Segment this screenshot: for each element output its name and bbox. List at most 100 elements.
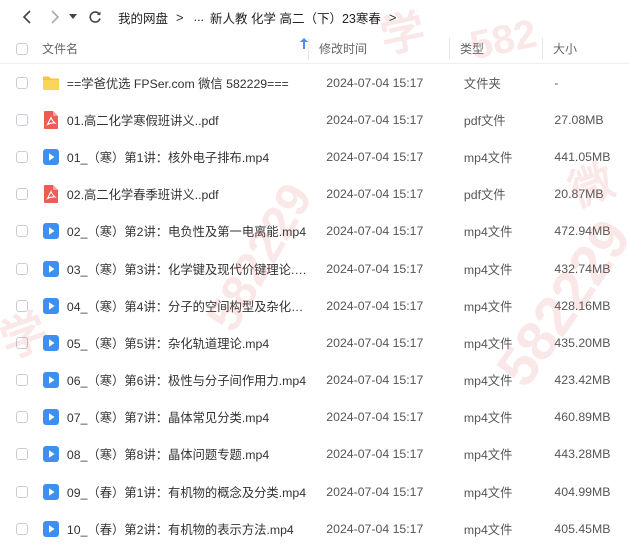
row-checkbox[interactable]	[15, 262, 28, 275]
row-checkbox-cell	[0, 336, 39, 349]
file-name[interactable]: 05_（寒）第5讲：杂化轨道理论.mp4	[63, 334, 309, 352]
row-checkbox[interactable]	[15, 448, 28, 461]
file-row[interactable]: 02_（寒）第2讲：电负性及第一电离能.mp4 2024-07-04 15:17 m…	[0, 213, 629, 250]
refresh-button[interactable]	[84, 6, 106, 28]
breadcrumb-item-root[interactable]: 我的网盘	[116, 8, 170, 27]
row-checkbox[interactable]	[15, 522, 28, 535]
forward-button[interactable]	[44, 6, 66, 28]
file-row[interactable]: 10_（春）第2讲：有机物的表示方法.mp4 2024-07-04 15:17 mp…	[0, 510, 629, 547]
file-row[interactable]: 04_（寒）第4讲：分子的空间构型及杂化类型... 2024-07-04 15:1…	[0, 287, 629, 324]
row-checkbox-cell	[0, 485, 39, 498]
back-button[interactable]	[16, 6, 38, 28]
video-icon	[39, 260, 63, 277]
file-name[interactable]: 01_（寒）第1讲：核外电子排布.mp4	[63, 148, 309, 166]
history-dropdown-button[interactable]	[66, 6, 80, 28]
row-checkbox[interactable]	[15, 374, 28, 387]
file-size: 460.89MB	[554, 410, 611, 425]
file-type: mp4文件	[463, 374, 513, 389]
folder-icon	[39, 75, 63, 91]
file-name[interactable]: 01.高二化学寒假班讲义..pdf	[63, 111, 309, 129]
file-type: mp4文件	[463, 150, 513, 165]
file-type: mp4文件	[463, 485, 513, 500]
file-size: 404.99MB	[554, 484, 611, 499]
column-header-name[interactable]: 文件名	[40, 38, 308, 57]
row-checkbox-cell	[0, 262, 39, 275]
video-icon	[39, 409, 63, 426]
column-header-time[interactable]: 修改时间	[309, 40, 449, 57]
file-row[interactable]: 05_（寒）第5讲：杂化轨道理论.mp4 2024-07-04 15:17 mp4文…	[0, 324, 629, 361]
file-modified-time: 2024-07-04 15:17	[326, 224, 424, 239]
breadcrumb-separator: >	[176, 9, 184, 25]
file-size: 472.94MB	[554, 224, 611, 239]
file-name[interactable]: 04_（寒）第4讲：分子的空间构型及杂化类型...	[63, 297, 309, 315]
video-icon	[39, 297, 63, 314]
file-name[interactable]: 06_（寒）第6讲：极性与分子间作用力.mp4	[63, 371, 309, 389]
file-row[interactable]: ==学爸优选 FPSer.com 微信 582229=== 2024-07-04 …	[0, 64, 629, 101]
file-type: mp4文件	[463, 336, 513, 351]
file-size: 428.16MB	[554, 298, 611, 313]
file-name[interactable]: 08_（寒）第8讲：晶体问题专题.mp4	[63, 445, 309, 463]
row-checkbox[interactable]	[15, 188, 28, 201]
column-header-type[interactable]: 类型	[450, 40, 542, 57]
row-checkbox-cell	[0, 225, 39, 238]
file-row[interactable]: 09_（春）第1讲：有机物的概念及分类.mp4 2024-07-04 15:17 m…	[0, 473, 629, 510]
caret-down-icon	[69, 14, 77, 19]
file-type: pdf文件	[463, 113, 506, 128]
breadcrumb: 我的网盘 > ... 新人教 化学 高二（下）23寒春 >	[116, 8, 402, 27]
row-checkbox-cell	[0, 448, 39, 461]
file-modified-time: 2024-07-04 15:17	[326, 112, 424, 127]
row-checkbox[interactable]	[15, 485, 28, 498]
video-icon	[39, 223, 63, 240]
video-icon	[39, 334, 63, 351]
breadcrumb-item-current[interactable]: 新人教 化学 高二（下）23寒春	[208, 8, 383, 27]
file-type: mp4文件	[463, 299, 513, 314]
file-row[interactable]: 08_（寒）第8讲：晶体问题专题.mp4 2024-07-04 15:17 mp4文…	[0, 436, 629, 473]
file-size: 423.42MB	[554, 373, 611, 388]
file-type: mp4文件	[463, 522, 513, 537]
breadcrumb-separator: >	[388, 9, 397, 25]
file-name[interactable]: 07_（寒）第7讲：晶体常见分类.mp4	[63, 408, 309, 426]
row-checkbox[interactable]	[15, 225, 28, 238]
file-name[interactable]: 02.高二化学春季班讲义..pdf	[63, 185, 309, 203]
file-name[interactable]: 03_（寒）第3讲：化学键及现代价键理论.mp4	[63, 260, 309, 278]
row-checkbox[interactable]	[15, 336, 28, 349]
file-row[interactable]: 02.高二化学春季班讲义..pdf 2024-07-04 15:17 pdf文件 20…	[0, 176, 629, 213]
select-all-checkbox[interactable]	[16, 42, 28, 55]
file-name[interactable]: 09_（春）第1讲：有机物的概念及分类.mp4	[63, 483, 309, 501]
file-modified-time: 2024-07-04 15:17	[326, 410, 424, 425]
file-modified-time: 2024-07-04 15:17	[326, 521, 424, 536]
column-header-size[interactable]: 大小	[543, 40, 629, 57]
row-checkbox[interactable]	[15, 113, 28, 126]
file-size: 443.28MB	[554, 447, 611, 462]
row-checkbox[interactable]	[15, 76, 28, 89]
file-row[interactable]: 03_（寒）第3讲：化学键及现代价键理论.mp4 2024-07-04 15:17…	[0, 250, 629, 287]
chevron-right-icon	[51, 10, 60, 24]
file-row[interactable]: 01.高二化学寒假班讲义..pdf 2024-07-04 15:17 pdf文件 27…	[0, 101, 629, 138]
row-checkbox-cell	[0, 188, 39, 201]
column-header-name-label: 文件名	[42, 42, 79, 56]
file-size: 27.08MB	[554, 112, 604, 127]
file-size: 435.20MB	[554, 335, 611, 350]
file-size: 441.05MB	[554, 149, 611, 164]
row-checkbox[interactable]	[15, 411, 28, 424]
file-modified-time: 2024-07-04 15:17	[326, 187, 424, 202]
row-checkbox-cell	[0, 522, 39, 535]
file-list-header: 文件名 修改时间 类型 大小	[0, 34, 629, 64]
file-name[interactable]: ==学爸优选 FPSer.com 微信 582229===	[63, 74, 309, 92]
video-icon	[39, 446, 63, 463]
file-name[interactable]: 02_（寒）第2讲：电负性及第一电离能.mp4	[63, 222, 309, 240]
video-icon	[39, 483, 63, 500]
file-row[interactable]: 01_（寒）第1讲：核外电子排布.mp4 2024-07-04 15:17 mp4文…	[0, 138, 629, 175]
file-modified-time: 2024-07-04 15:17	[326, 149, 424, 164]
row-checkbox[interactable]	[15, 299, 28, 312]
file-row[interactable]: 06_（寒）第6讲：极性与分子间作用力.mp4 2024-07-04 15:17 m…	[0, 362, 629, 399]
row-checkbox-cell	[0, 113, 39, 126]
sort-ascending-icon[interactable]	[300, 38, 308, 52]
file-row[interactable]: 07_（寒）第7讲：晶体常见分类.mp4 2024-07-04 15:17 mp4文…	[0, 399, 629, 436]
breadcrumb-ellipsis[interactable]: ...	[190, 10, 208, 24]
row-checkbox[interactable]	[15, 150, 28, 163]
chevron-left-icon	[22, 10, 31, 24]
file-type: mp4文件	[463, 411, 513, 426]
file-name[interactable]: 10_（春）第2讲：有机物的表示方法.mp4	[63, 520, 309, 538]
video-icon	[39, 520, 63, 537]
